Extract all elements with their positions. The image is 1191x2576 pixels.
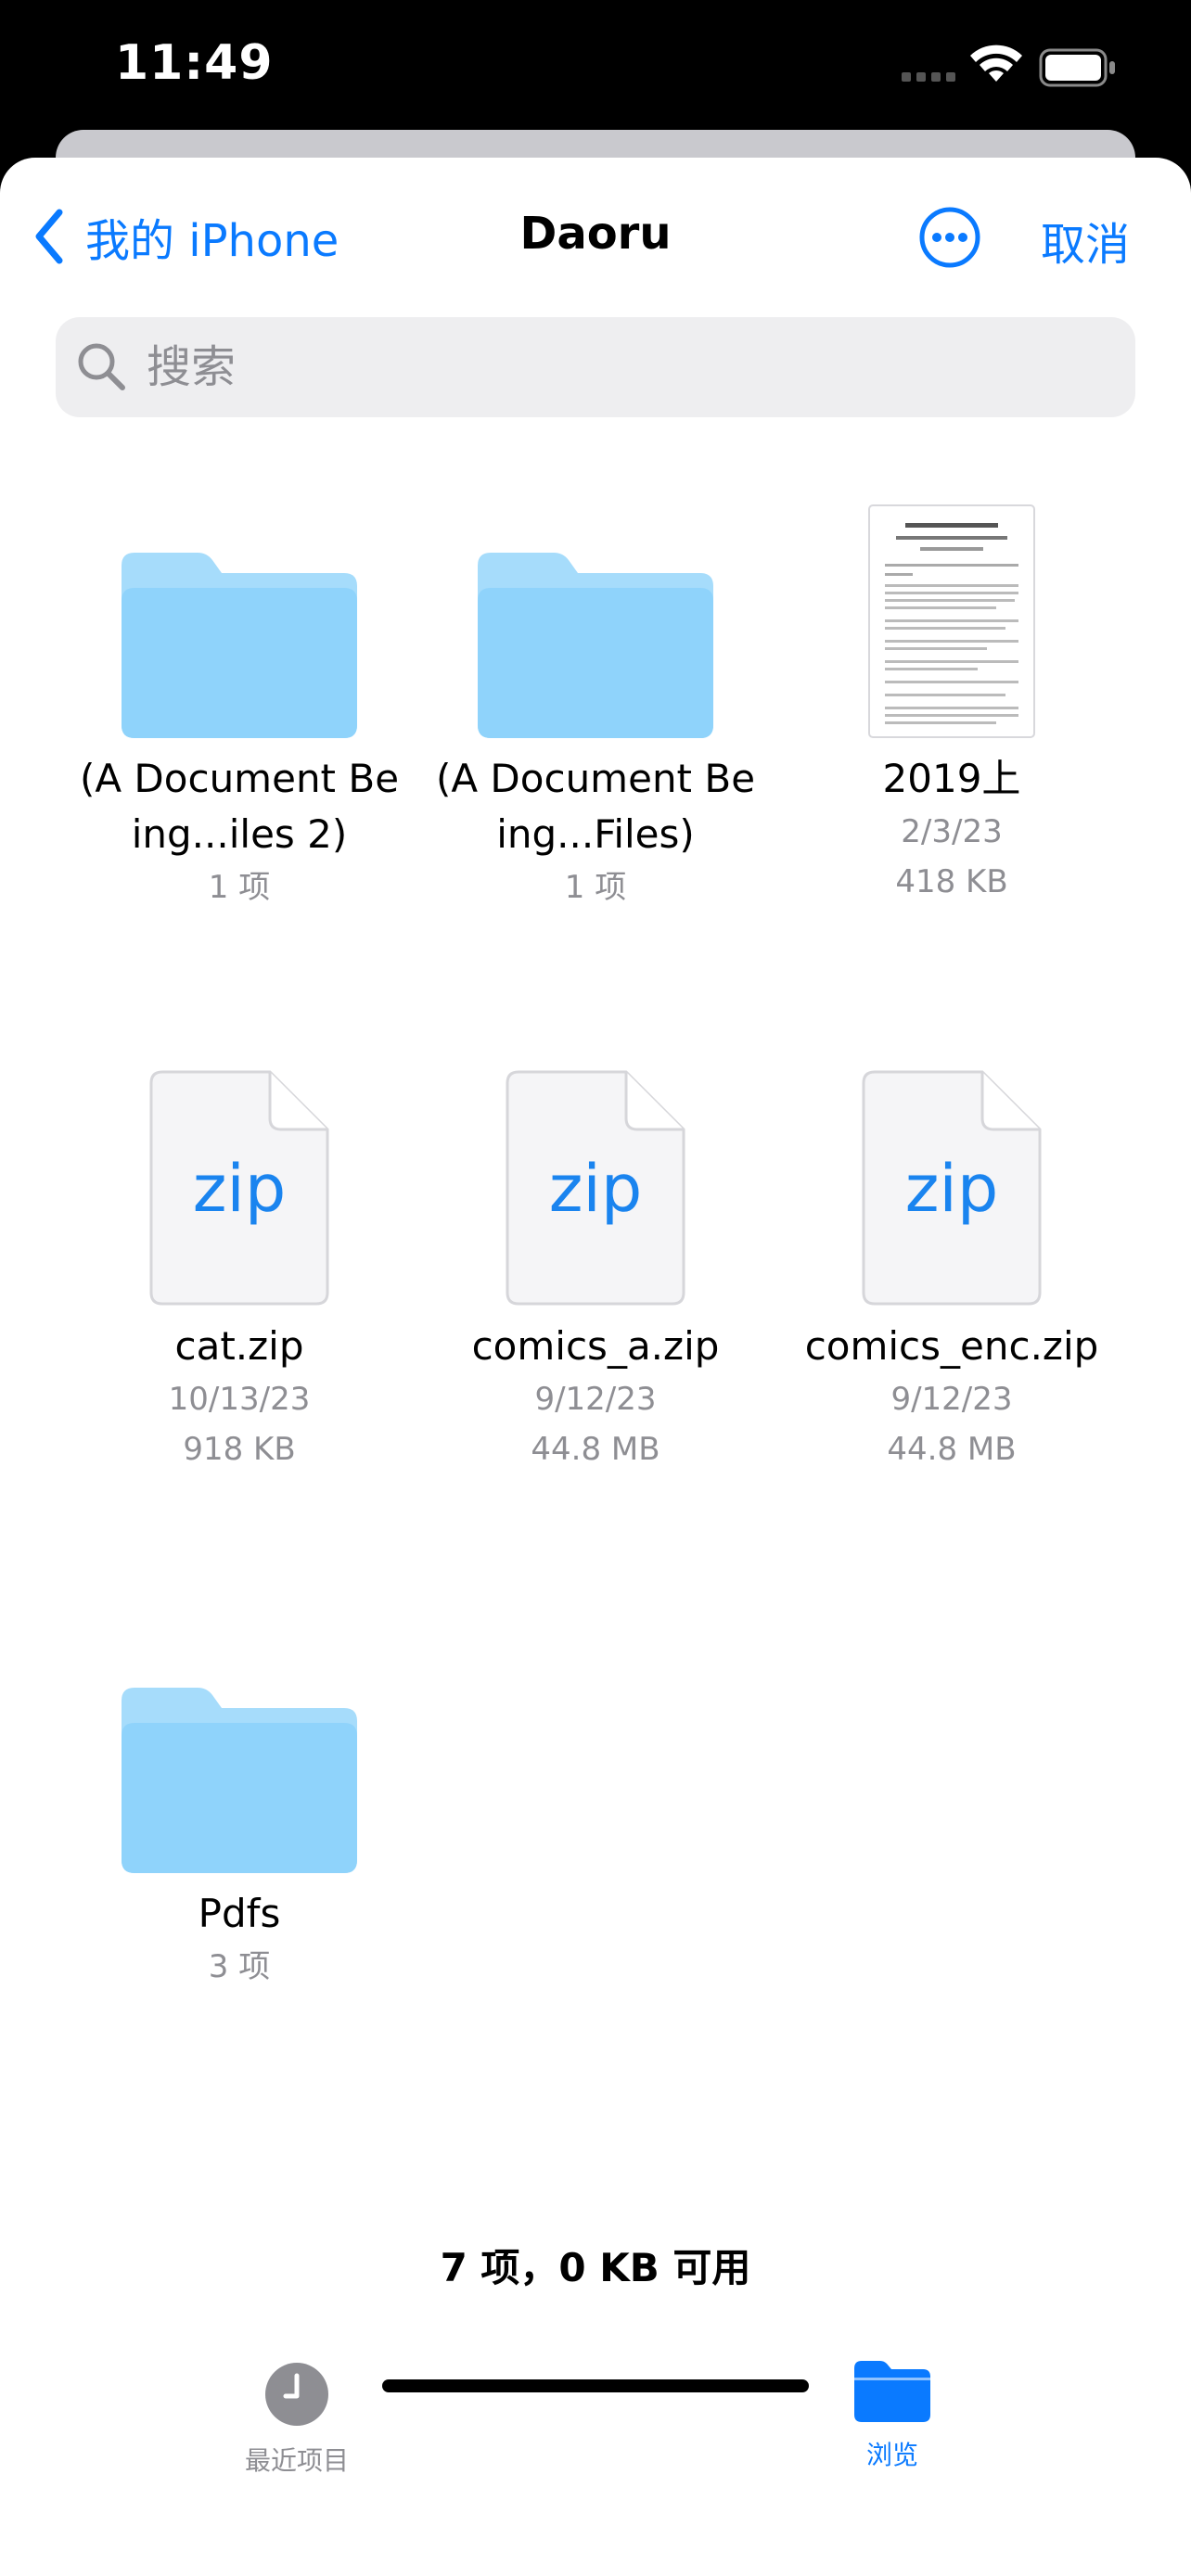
zip-file-icon: zip (506, 1070, 685, 1306)
status-time: 11:49 (115, 35, 274, 91)
item-size: 918 KB (183, 1431, 296, 1468)
zip-icon-label: zip (905, 1151, 999, 1227)
tab-browse[interactable]: 浏览 (781, 2361, 1004, 2472)
grid-item-zip[interactable]: zip comics_a.zip 9/12/23 44.8 MB (417, 1065, 774, 1474)
item-name: Pdfs (198, 1891, 281, 1936)
item-name: (A Document Being...Files) (435, 756, 756, 857)
home-indicator (382, 2379, 809, 2392)
grid-item-folder[interactable]: (A Document Being...Files) 1 项 (417, 497, 774, 912)
wifi-icon (970, 45, 1022, 82)
search-input[interactable] (145, 340, 1076, 394)
battery-icon (1039, 48, 1115, 87)
file-browser-sheet: 我的 iPhone Daoru 取消 (A Doc (0, 158, 1191, 2576)
search-bar[interactable] (56, 317, 1135, 417)
item-count: 1 项 (208, 869, 271, 906)
grid-item-document[interactable]: 2019上 2/3/23 418 KB (774, 497, 1130, 907)
item-size: 418 KB (895, 863, 1008, 900)
item-count: 1 项 (564, 869, 627, 906)
grid-item-zip[interactable]: zip comics_enc.zip 9/12/23 44.8 MB (774, 1065, 1130, 1474)
item-name: comics_a.zip (471, 1323, 720, 1369)
item-date: 9/12/23 (890, 1381, 1013, 1418)
item-name: cat.zip (174, 1323, 304, 1369)
item-date: 2/3/23 (901, 813, 1003, 850)
folder-icon (478, 553, 713, 738)
grid-item-folder[interactable]: Pdfs 3 项 (61, 1632, 417, 1992)
zip-icon-label: zip (549, 1151, 643, 1227)
item-name: comics_enc.zip (804, 1323, 1099, 1369)
search-icon (78, 343, 125, 390)
item-size: 44.8 MB (887, 1431, 1017, 1468)
zip-file-icon: zip (149, 1070, 329, 1306)
grid-item-zip[interactable]: zip cat.zip 10/13/23 918 KB (61, 1065, 417, 1474)
chevron-left-icon (35, 209, 63, 264)
item-date: 10/13/23 (168, 1381, 311, 1418)
folder-icon (854, 2361, 930, 2422)
grid-item-folder[interactable]: (A Document Being...iles 2) 1 项 (61, 497, 417, 912)
screen: 11:49 我的 iPhone Daoru 取消 搜索 (A Document … (0, 0, 1191, 2576)
zip-icon-label: zip (193, 1151, 287, 1227)
cellular-signal-icon (902, 72, 955, 82)
cancel-button[interactable]: 取消 (1041, 208, 1130, 273)
storage-summary: 7 项，0 KB 可用 (440, 2245, 751, 2290)
tab-recents[interactable]: 最近项目 (186, 2361, 408, 2478)
item-date: 9/12/23 (534, 1381, 657, 1418)
item-name: 2019上 (882, 756, 1021, 801)
more-options-icon[interactable] (918, 206, 981, 269)
back-label: 我的 iPhone (85, 215, 339, 267)
tab-browse-label: 浏览 (865, 2440, 918, 2470)
back-button[interactable]: 我的 iPhone (33, 204, 339, 269)
document-thumbnail-icon (868, 504, 1035, 738)
item-name: (A Document Being...iles 2) (79, 756, 400, 857)
tab-recents-label: 最近项目 (244, 2445, 349, 2476)
folder-icon (122, 553, 357, 738)
zip-file-icon: zip (862, 1070, 1042, 1306)
clock-icon (265, 2363, 328, 2426)
item-count: 3 项 (208, 1948, 271, 1985)
folder-icon (122, 1688, 357, 1873)
item-size: 44.8 MB (531, 1431, 660, 1468)
